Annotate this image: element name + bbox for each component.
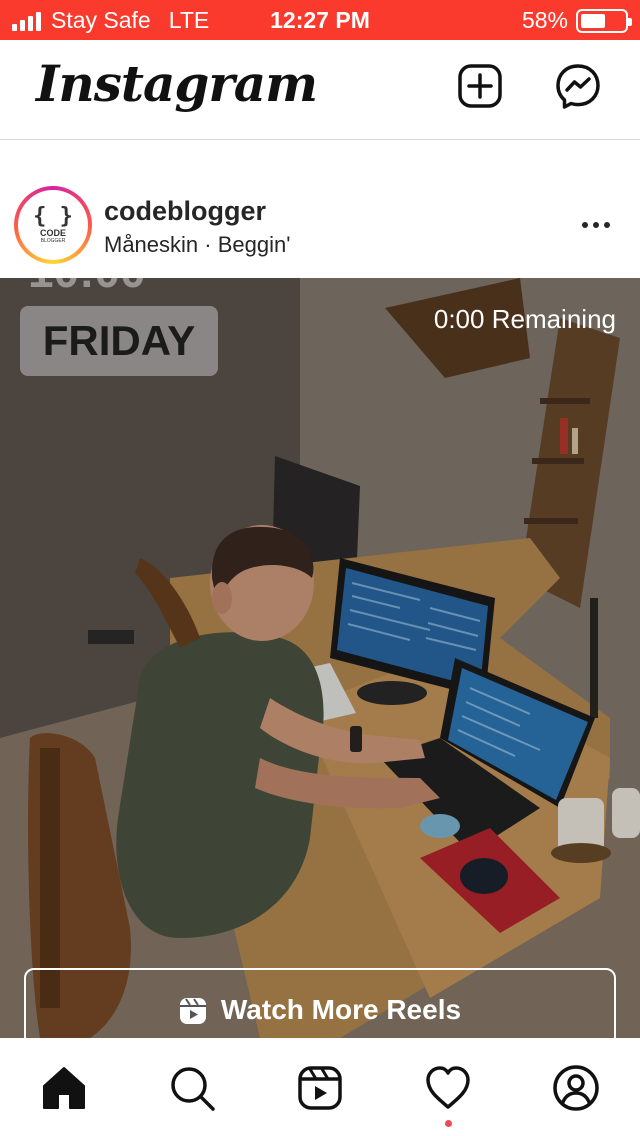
- story-ring[interactable]: { } CODE BLOGGER: [14, 186, 92, 264]
- status-bar: Stay Safe LTE 12:27 PM 58%: [0, 0, 640, 40]
- overlay-clock-text: 10:00: [28, 278, 146, 298]
- battery-percentage: 58%: [521, 7, 568, 33]
- app-header: Instagram: [0, 40, 640, 140]
- reel-video[interactable]: 10:00 FRIDAY 0:00 Remaining Watch More R…: [0, 278, 640, 1038]
- video-frame-image: [0, 278, 640, 1038]
- messenger-button[interactable]: [554, 62, 602, 110]
- post-username[interactable]: codeblogger: [104, 196, 266, 227]
- home-icon: [43, 1067, 85, 1109]
- search-icon: [171, 1067, 215, 1111]
- tab-activity[interactable]: [424, 1064, 472, 1112]
- activity-notification-dot: [445, 1120, 452, 1127]
- post-audio[interactable]: Måneskin · Beggin': [104, 232, 290, 258]
- reels-icon: [298, 1066, 342, 1110]
- heart-icon: [426, 1066, 470, 1109]
- battery-icon: [576, 8, 632, 33]
- more-options-button[interactable]: [576, 210, 616, 240]
- watch-more-reels-button[interactable]: Watch More Reels: [24, 968, 616, 1038]
- more-horizontal-icon: [582, 222, 588, 228]
- tab-home[interactable]: [40, 1064, 88, 1112]
- post-header: { } CODE BLOGGER codeblogger Måneskin · …: [0, 180, 640, 278]
- new-post-button[interactable]: [456, 62, 504, 110]
- watch-more-label: Watch More Reels: [220, 994, 462, 1025]
- day-label-badge: FRIDAY: [20, 306, 218, 376]
- tab-profile[interactable]: [552, 1064, 600, 1112]
- status-right: 58%: [521, 7, 632, 34]
- tab-reels[interactable]: [296, 1064, 344, 1112]
- avatar[interactable]: { } CODE BLOGGER: [18, 190, 88, 260]
- codeblogger-logo: { } CODE BLOGGER: [21, 193, 85, 257]
- tab-search[interactable]: [168, 1064, 216, 1112]
- reels-icon: [179, 998, 206, 1024]
- instagram-logo[interactable]: Instagram: [36, 54, 318, 113]
- plus-square-icon: [458, 64, 502, 108]
- messenger-icon: [556, 64, 600, 109]
- profile-icon: [553, 1065, 599, 1111]
- time-remaining: 0:00 Remaining: [433, 304, 616, 334]
- bottom-tab-bar: [0, 1038, 640, 1136]
